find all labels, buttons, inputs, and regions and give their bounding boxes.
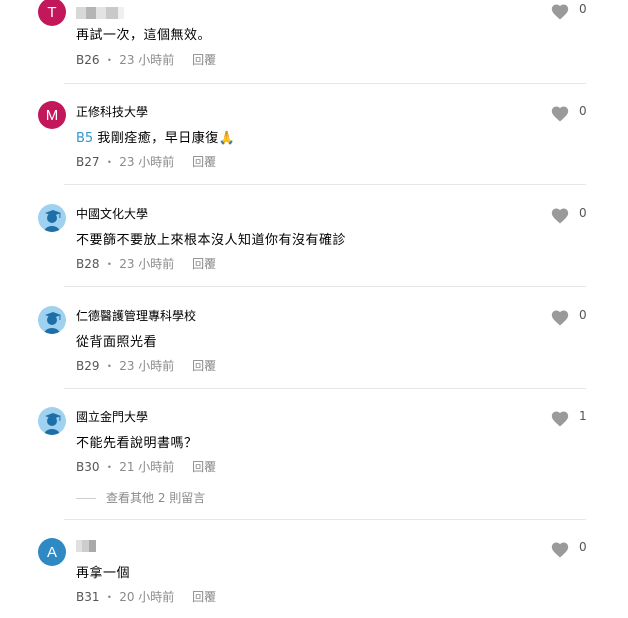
- comment-meta: B28 ・ 23 小時前 回覆: [76, 255, 216, 272]
- comment-list: T 再試一次，這個無效。 B26 ・ 23 小時前 回覆 0 M 正修科技大學 …: [0, 0, 628, 618]
- timestamp: 20 小時前: [119, 590, 175, 604]
- comment-text: 不能先看說明書嗎？: [76, 432, 198, 451]
- school-avatar-icon: [44, 210, 61, 232]
- floor-number: B29: [76, 359, 100, 373]
- view-more-replies[interactable]: 查看其他 2 則留言: [76, 489, 205, 506]
- reply-button[interactable]: 回覆: [192, 257, 216, 271]
- divider: [64, 388, 586, 389]
- avatar[interactable]: A: [38, 538, 66, 566]
- heart-icon: [551, 310, 569, 326]
- author-name[interactable]: 國立金門大學: [76, 408, 148, 425]
- meta-separator: ・: [103, 155, 116, 169]
- avatar[interactable]: M: [38, 101, 66, 129]
- author-name[interactable]: 中國文化大學: [76, 205, 148, 222]
- avatar-letter: A: [46, 543, 57, 561]
- timestamp: 23 小時前: [119, 257, 175, 271]
- like-button[interactable]: 0: [550, 308, 590, 328]
- meta-separator: ・: [103, 590, 116, 604]
- avatar[interactable]: T: [38, 0, 66, 26]
- avatar[interactable]: [38, 306, 66, 334]
- like-button[interactable]: 0: [550, 540, 590, 560]
- reply-button[interactable]: 回覆: [192, 53, 216, 67]
- like-count: 0: [579, 308, 587, 322]
- comment-meta: B27 ・ 23 小時前 回覆: [76, 153, 216, 170]
- like-count: 0: [579, 104, 587, 118]
- comment-meta: B30 ・ 21 小時前 回覆: [76, 458, 216, 475]
- comment-content: 再試一次，這個無效。: [76, 28, 212, 43]
- comment-content: 我剛痊癒，早日康復🙏: [97, 131, 236, 146]
- floor-number: B27: [76, 155, 100, 169]
- floor-number: B28: [76, 257, 100, 271]
- comment-content: 從背面照光看: [76, 335, 158, 350]
- author-name[interactable]: 正修科技大學: [76, 103, 148, 120]
- timestamp: 21 小時前: [119, 460, 175, 474]
- heart-icon: [551, 4, 569, 20]
- avatar-letter: T: [47, 3, 57, 21]
- divider: [64, 184, 586, 185]
- comment-text: B5 我剛痊癒，早日康復🙏: [76, 127, 235, 146]
- avatar-letter: M: [45, 106, 59, 124]
- like-count: 1: [579, 409, 587, 423]
- reply-button[interactable]: 回覆: [192, 155, 216, 169]
- more-replies-line: [76, 498, 96, 499]
- timestamp: 23 小時前: [119, 53, 175, 67]
- heart-icon: [551, 106, 569, 122]
- author-name-blurred: [76, 535, 96, 552]
- meta-separator: ・: [103, 460, 116, 474]
- meta-separator: ・: [103, 257, 116, 271]
- comment-text: 再拿一個: [76, 562, 130, 581]
- comment-text: 不要篩不要放上來根本沒人知道你有沒有確診: [76, 229, 346, 248]
- school-avatar-icon: [44, 413, 61, 435]
- reply-button[interactable]: 回覆: [192, 590, 216, 604]
- like-count: 0: [579, 540, 587, 554]
- avatar[interactable]: [38, 204, 66, 232]
- timestamp: 23 小時前: [119, 359, 175, 373]
- avatar[interactable]: [38, 407, 66, 435]
- floor-number: B26: [76, 53, 100, 67]
- like-button[interactable]: 1: [550, 409, 590, 429]
- like-button[interactable]: 0: [550, 104, 590, 124]
- reply-button[interactable]: 回覆: [192, 460, 216, 474]
- floor-mention-link[interactable]: B5: [76, 131, 93, 146]
- comment-text: 從背面照光看: [76, 331, 157, 350]
- comment-meta: B26 ・ 23 小時前 回覆: [76, 51, 216, 68]
- floor-number: B30: [76, 460, 100, 474]
- heart-icon: [551, 208, 569, 224]
- meta-separator: ・: [103, 53, 116, 67]
- school-avatar-icon: [44, 312, 61, 334]
- heart-icon: [551, 411, 569, 427]
- heart-icon: [551, 542, 569, 558]
- like-count: 0: [579, 206, 587, 220]
- reply-button[interactable]: 回覆: [192, 359, 216, 373]
- like-button[interactable]: 0: [550, 2, 590, 22]
- meta-separator: ・: [103, 359, 116, 373]
- comment-meta: B29 ・ 23 小時前 回覆: [76, 357, 216, 374]
- timestamp: 23 小時前: [119, 155, 175, 169]
- author-name-blurred: [76, 2, 124, 19]
- floor-number: B31: [76, 590, 100, 604]
- comment-content: 不要篩不要放上來根本沒人知道你有沒有確診: [76, 233, 347, 248]
- divider: [64, 83, 586, 84]
- more-replies-label: 查看其他 2 則留言: [106, 491, 206, 505]
- divider: [64, 286, 586, 287]
- comment-text: 再試一次，這個無效。: [76, 24, 211, 43]
- comment-content: 不能先看說明書嗎？: [76, 436, 198, 451]
- divider: [64, 519, 586, 520]
- comment-content: 再拿一個: [76, 566, 131, 581]
- like-count: 0: [579, 2, 587, 16]
- like-button[interactable]: 0: [550, 206, 590, 226]
- comment-meta: B31 ・ 20 小時前 回覆: [76, 588, 216, 605]
- author-name[interactable]: 仁德醫護管理專科學校: [76, 307, 196, 324]
